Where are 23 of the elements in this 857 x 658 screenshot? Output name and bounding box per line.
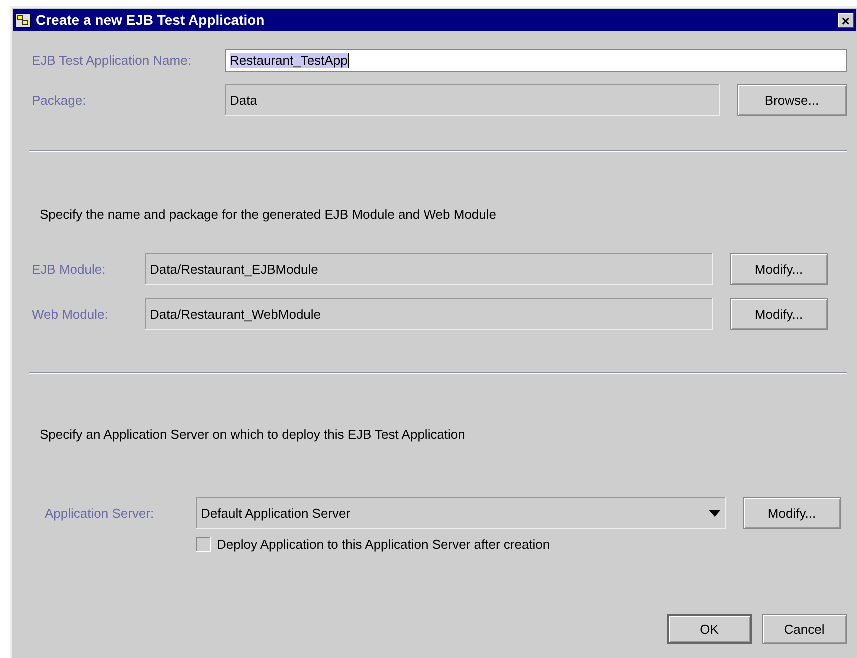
browse-button[interactable]: Browse... (737, 84, 847, 116)
field-label: Package: (32, 92, 88, 108)
modify-button[interactable]: Modify... (730, 298, 828, 330)
field-label: EJB Test Application Name: (32, 53, 192, 68)
checkbox-label: Deploy Application to this Application Server after creation (217, 537, 550, 552)
input-field[interactable]: Restaurant_TestApp (225, 49, 847, 72)
field-label: EJB Module: (32, 262, 107, 276)
field-label: Web Module: (32, 306, 110, 322)
window-icon (15, 12, 31, 28)
ok-button[interactable]: OK (667, 614, 752, 644)
checkbox[interactable] (196, 537, 211, 552)
field-label: Application Server: (45, 506, 156, 520)
input-field[interactable]: Data/Restaurant_EJBModule (145, 253, 713, 285)
dropdown[interactable]: Default Application Server (196, 497, 726, 529)
modify-button[interactable]: Modify... (730, 253, 828, 285)
cancel-button[interactable]: Cancel (762, 614, 847, 644)
instruction-text: Specify an Application Server on which to deploy this EJB Test Application (39, 426, 466, 444)
instruction-text: Specify the name and package for the generated EJB Module and Web Module (39, 206, 498, 224)
close-button[interactable]: × (838, 12, 854, 28)
modify-button[interactable]: Modify... (743, 497, 841, 529)
input-field[interactable]: Data/Restaurant_WebModule (145, 298, 713, 330)
dropdown-arrow-icon (709, 510, 721, 516)
window-title: Create a new EJB Test Application (36, 12, 266, 28)
